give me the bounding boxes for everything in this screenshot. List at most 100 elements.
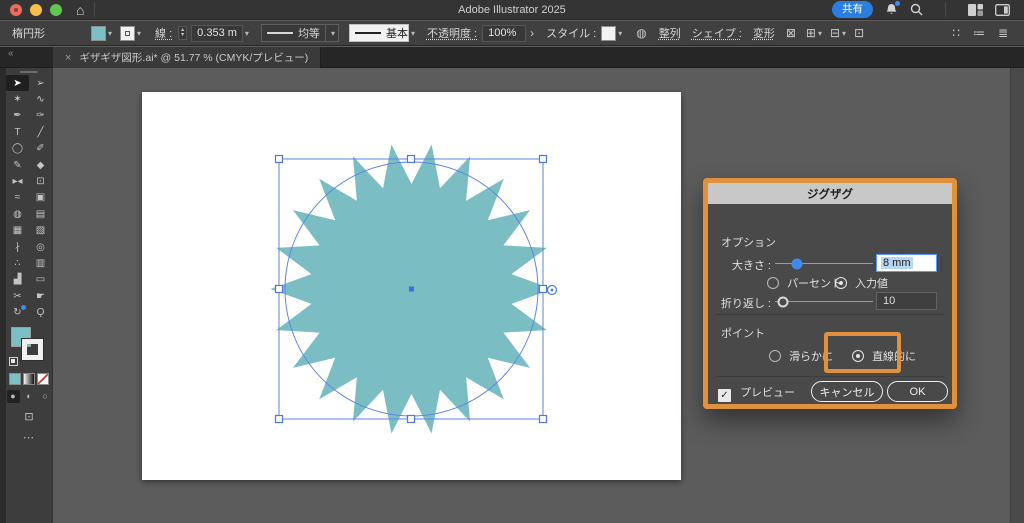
align-objects-icon[interactable]: ⊞ [806,27,816,39]
hand-tool[interactable]: ☛ [29,288,52,304]
selection-handle[interactable] [408,156,415,163]
brush-definition-dropdown[interactable]: 基本 [349,24,409,42]
cancel-button[interactable]: キャンセル [811,381,883,402]
width-tool[interactable]: ≈ [6,190,29,206]
notifications-bell-icon[interactable] [885,3,898,16]
ok-button[interactable]: OK [887,381,948,402]
stroke-weight-stepper[interactable]: ▴▾ [178,26,187,40]
slice-tool[interactable]: ✂ [6,288,29,304]
shape-builder-tool[interactable]: ◍ [6,206,29,222]
absolute-radio[interactable]: 入力値 [835,275,888,291]
scrollbar-track[interactable] [1010,68,1024,523]
stroke-weight-value[interactable]: 0.353 m [191,25,243,42]
smooth-radio-icon[interactable] [769,350,781,362]
shape-link[interactable]: シェイプ : [692,25,742,41]
home-icon[interactable]: ⌂ [76,3,84,17]
document-setup-globe-icon[interactable]: ◍ [636,27,646,39]
transform-link[interactable]: 変形 [753,25,775,41]
selection-handle[interactable] [540,156,547,163]
minimize-window-button[interactable] [30,4,42,16]
graph-tool[interactable]: ▥ [29,255,52,271]
preview-checkbox-icon[interactable]: ✓ [718,389,731,402]
stroke-color-swatch[interactable] [120,26,135,41]
document-arrangement-icon[interactable]: ∷ [952,27,960,39]
isolate-object-icon[interactable]: ⊡ [854,27,864,39]
selection-handle[interactable] [540,416,547,423]
rotate-tool[interactable]: ▸◂ [6,173,29,189]
symbol-sprayer-tool[interactable]: ∴ [6,255,29,271]
share-button[interactable]: 共有 [832,1,873,18]
panel-toggle-icon[interactable] [995,4,1010,16]
absolute-radio-icon[interactable] [835,277,847,289]
blend-tool[interactable]: ◎ [29,239,52,255]
canvas-pasteboard[interactable]: ジグザグ オプション 大きさ : 8 mm パーセント 入力値 [54,68,1024,523]
size-slider-knob[interactable] [791,258,802,269]
fill-dropdown-chevron-icon[interactable]: ▾ [108,29,112,38]
screen-mode-icon[interactable]: ⊡ [6,410,52,423]
selection-handle[interactable] [276,156,283,163]
none-button[interactable] [37,373,49,385]
opacity-label[interactable]: 不透明度 : [427,25,477,41]
workspace-switcher-icon[interactable] [968,4,983,16]
ridges-slider[interactable] [775,301,873,302]
size-input[interactable]: 8 mm [876,254,937,272]
free-transform-icon[interactable]: ⊠ [786,27,796,39]
close-tab-icon[interactable]: × [65,52,71,64]
line-segment-tool[interactable]: ╱ [29,124,52,140]
shaper-tool[interactable]: ✎ [6,157,29,173]
width-profile-dropdown[interactable]: 均等 ▾ [261,24,339,42]
zoom-tool[interactable]: Ǫ [29,304,52,320]
stroke-weight-chevron-icon[interactable]: ▾ [245,29,249,38]
close-window-button[interactable] [10,4,22,16]
preview-checkbox[interactable]: ✓ プレビュー [718,384,795,402]
column-graph-tool[interactable]: ▟ [6,272,29,288]
selection-handle[interactable] [276,416,283,423]
panel-grip[interactable] [20,71,38,73]
artboard[interactable] [142,92,681,480]
ridges-input[interactable]: 10 [876,292,937,310]
drawing-mode-2[interactable]: ○ [39,390,52,403]
gradient-tool[interactable]: ▧ [29,223,52,239]
free-transform-tool[interactable]: ▣ [29,190,52,206]
shape-center-point[interactable] [409,287,414,292]
pen-tool[interactable]: ✒ [6,108,29,124]
ridges-slider-knob[interactable] [777,296,788,307]
default-fill-stroke-icon[interactable] [9,357,18,366]
type-tool[interactable]: T [6,124,29,140]
lasso-tool[interactable]: ∿ [29,91,52,107]
distribute-objects-icon[interactable]: ⊟ [830,27,840,39]
menu-list-icon[interactable]: ≣ [998,27,1008,39]
stroke-dropdown-chevron-icon[interactable]: ▾ [137,29,141,38]
perspective-grid-tool[interactable]: ▤ [29,206,52,222]
curvature-tool[interactable]: ✑ [29,108,52,124]
size-slider[interactable] [775,263,873,264]
align-link[interactable]: 整列 [659,25,681,41]
stroke-panel-link[interactable]: 線 : [155,25,172,41]
scale-tool[interactable]: ⊡ [29,173,52,189]
fill-color-swatch[interactable] [91,26,106,41]
style-chevron-icon[interactable]: ▾ [618,29,622,38]
edit-toolbar-icon[interactable]: ⋯ [6,431,52,444]
ellipse-tool[interactable]: ◯ [6,141,29,157]
direct-selection-tool[interactable]: ➢ [29,75,52,91]
selection-handle[interactable] [540,286,547,293]
paintbrush-tool[interactable]: ✐ [29,141,52,157]
selection-tool[interactable]: ➤ [6,75,29,91]
mesh-tool[interactable]: ▦ [6,223,29,239]
panel-options-icon[interactable]: ≔ [973,27,985,39]
brush-chevron-icon[interactable]: ▾ [411,29,415,38]
eyedropper-tool[interactable]: ∤ [6,239,29,255]
selection-handle[interactable] [276,286,283,293]
drawing-mode-0[interactable]: ● [7,390,20,403]
eraser-tool[interactable]: ◆ [29,157,52,173]
opacity-value[interactable]: 100% [482,25,526,42]
style-swatch[interactable] [601,26,616,41]
dialog-title[interactable]: ジグザグ [708,183,952,204]
search-icon[interactable] [910,3,923,16]
artboard-tool[interactable]: ▭ [29,272,52,288]
magic-wand-tool[interactable]: ✶ [6,91,29,107]
gradient-button[interactable] [23,373,35,385]
align-objects-chevron-icon[interactable]: ▾ [818,29,822,38]
zoom-window-button[interactable] [50,4,62,16]
stroke-color-indicator[interactable] [22,339,43,360]
